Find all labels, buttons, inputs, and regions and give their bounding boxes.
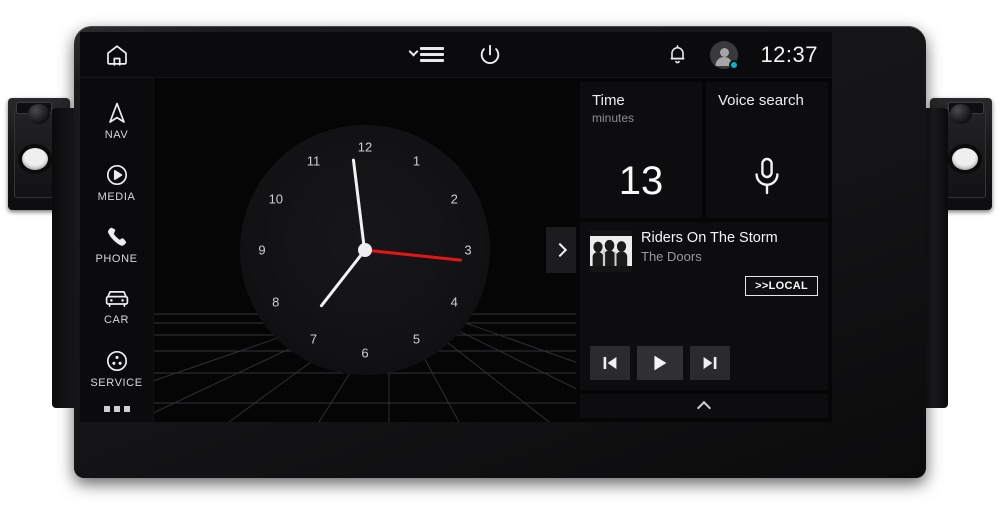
sidebar-item-label: CAR <box>103 314 130 326</box>
sidebar-item-car[interactable]: CAR <box>80 276 154 338</box>
clock-number: 11 <box>306 153 321 169</box>
navigation-arrow-icon <box>108 102 125 123</box>
time-widget-subtitle: minutes <box>592 111 635 126</box>
clock-minute-hand <box>352 158 367 251</box>
clock-number: 9 <box>258 242 266 258</box>
statusbar-right-icons: 12:37 <box>667 32 818 77</box>
right-widget-column: Time minutes 13 Voice search Riders On T… <box>576 78 832 422</box>
service-wheel-icon <box>106 350 127 372</box>
clock-number: 4 <box>450 294 458 309</box>
clock-number: 12 <box>357 139 373 155</box>
clock-hub <box>358 243 372 257</box>
infotainment-screen: 12:37 NAV MEDIA PHONE CAR SERVICE 12 1 2… <box>80 32 832 422</box>
track-artist: The Doors <box>641 249 702 265</box>
clock-number: 10 <box>268 191 284 206</box>
app-sidebar: NAV MEDIA PHONE CAR SERVICE <box>80 78 154 422</box>
transport-controls <box>590 346 818 380</box>
menu-bars <box>420 44 444 66</box>
sidebar-item-label: MEDIA <box>97 191 136 203</box>
next-track-button[interactable] <box>690 346 730 380</box>
play-button[interactable] <box>637 346 683 380</box>
now-playing-row: Riders On The Storm The Doors <box>590 230 818 272</box>
clock-number: 3 <box>464 242 472 258</box>
screenshot-root: 12:37 NAV MEDIA PHONE CAR SERVICE 12 1 2… <box>0 0 1000 507</box>
clock-number: 2 <box>450 191 458 206</box>
user-avatar-icon[interactable] <box>710 40 740 70</box>
sidebar-item-label: PHONE <box>95 253 138 265</box>
source-row: >>LOCAL <box>590 276 818 296</box>
chevron-down-icon <box>408 46 419 56</box>
voice-search-widget[interactable]: Voice search <box>706 82 828 218</box>
previous-track-button[interactable] <box>590 346 630 380</box>
time-widget[interactable]: Time minutes 13 <box>580 82 702 218</box>
clock-second-hand <box>364 248 463 262</box>
screen-body: NAV MEDIA PHONE CAR SERVICE 12 1 2 3 4 5… <box>80 78 832 422</box>
microphone-icon[interactable] <box>718 156 816 208</box>
voice-search-title: Voice search <box>718 92 804 109</box>
bracket-screw-hole <box>952 148 978 170</box>
sidebar-item-label: NAV <box>104 129 129 141</box>
sidebar-item-media[interactable]: MEDIA <box>80 152 154 214</box>
car-icon <box>105 291 128 307</box>
chevron-right-icon <box>552 242 567 258</box>
more-apps-dots-icon[interactable] <box>103 406 130 412</box>
album-artwork <box>590 230 632 272</box>
sidebar-item-service[interactable]: SERVICE <box>80 338 154 400</box>
expand-panel-button[interactable] <box>546 227 576 273</box>
clock-number: 8 <box>272 294 280 309</box>
sidebar-item-nav[interactable]: NAV <box>80 90 154 152</box>
bracket-knob <box>950 104 972 124</box>
media-player-card: Riders On The Storm The Doors >>LOCAL <box>580 222 828 390</box>
clock-number: 5 <box>412 331 421 347</box>
bracket-screw-hole <box>22 148 48 170</box>
play-circle-icon <box>106 164 127 186</box>
clock-hour-hand <box>319 248 367 308</box>
media-source-badge[interactable]: >>LOCAL <box>745 276 818 296</box>
home-icon[interactable] <box>104 43 130 67</box>
widget-row: Time minutes 13 Voice search <box>580 82 828 218</box>
track-title: Riders On The Storm <box>641 230 778 246</box>
phone-handset-icon <box>107 227 126 246</box>
chevron-up-icon <box>696 400 712 416</box>
sidebar-item-phone[interactable]: PHONE <box>80 214 154 276</box>
status-dot <box>729 59 740 70</box>
clock-number: 6 <box>361 345 369 361</box>
clock-number: 1 <box>412 153 421 169</box>
drawer-handle[interactable] <box>580 394 828 418</box>
bracket-knob <box>28 104 50 124</box>
status-bar: 12:37 <box>80 32 832 78</box>
analog-clock: 12 1 2 3 4 5 6 7 8 9 10 11 <box>240 125 490 375</box>
sidebar-item-label: SERVICE <box>90 377 143 389</box>
bell-icon[interactable] <box>667 43 688 66</box>
clock-number: 7 <box>309 331 318 347</box>
time-widget-value: 13 <box>618 159 664 203</box>
power-icon[interactable] <box>478 43 502 67</box>
hamburger-menu-icon[interactable] <box>408 44 444 66</box>
time-widget-title: Time <box>592 92 625 109</box>
statusbar-clock: 12:37 <box>760 41 818 67</box>
clock-widget-panel: 12 1 2 3 4 5 6 7 8 9 10 11 <box>154 78 576 422</box>
